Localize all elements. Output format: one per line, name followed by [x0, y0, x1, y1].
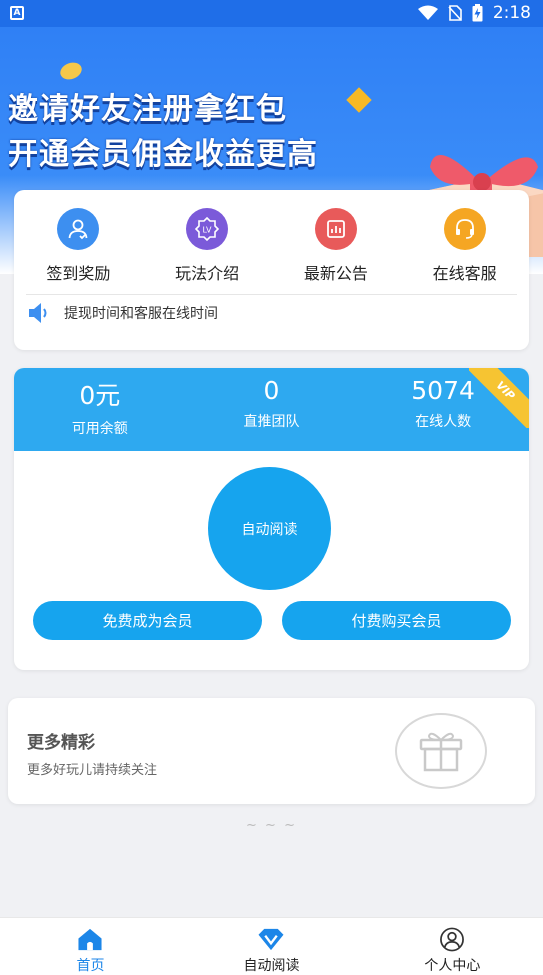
- menu-checkin-reward[interactable]: 签到奖励: [14, 208, 143, 284]
- status-icons: 2:18: [417, 3, 531, 23]
- gift-icon-frame: [395, 713, 487, 789]
- svg-text:LV: LV: [203, 226, 213, 235]
- announcement-icon: [314, 208, 357, 250]
- tab-profile[interactable]: 个人中心: [362, 918, 543, 975]
- stat-label: 可用余额: [71, 421, 128, 437]
- bottom-tab-bar: 首页 自动阅读 个人中心: [0, 917, 543, 975]
- tab-home[interactable]: 首页: [0, 918, 181, 975]
- app-notification-icon: A: [10, 6, 24, 20]
- banner-subheadline: 开通会员佣金收益更高: [8, 137, 318, 172]
- more-title: 更多精彩: [27, 733, 95, 753]
- vip-ribbon: VIP: [469, 368, 529, 428]
- tab-auto-read[interactable]: 自动阅读: [181, 918, 362, 975]
- status-bar: A 2:18: [0, 0, 543, 27]
- tab-label: 个人中心: [424, 958, 481, 974]
- gift-icon: [419, 732, 463, 772]
- quick-menu: 签到奖励 LV 玩法介绍 最新公告 在线客服: [14, 208, 529, 284]
- tab-label: 自动阅读: [243, 958, 300, 974]
- headset-icon: [443, 208, 486, 250]
- coin-decoration: [57, 59, 85, 83]
- menu-label: 签到奖励: [46, 264, 111, 283]
- stat-direct-team[interactable]: 0 直推团队: [186, 368, 358, 451]
- stat-label: 在线人数: [415, 414, 472, 430]
- tab-label: 首页: [76, 958, 105, 974]
- clock: 2:18: [492, 3, 531, 23]
- lv-badge-icon: LV: [186, 208, 229, 250]
- wifi-icon: [417, 5, 438, 20]
- menu-announcements[interactable]: 最新公告: [272, 208, 401, 284]
- home-icon: [78, 928, 103, 951]
- stat-value: 0元: [79, 381, 121, 410]
- stat-value: 0: [263, 376, 280, 405]
- stat-value: 5074: [411, 376, 475, 405]
- account-card: 0元 可用余额 0 直推团队 5074 在线人数 VIP 自动阅读 免费成为会员…: [14, 368, 529, 670]
- stat-balance[interactable]: 0元 可用余额: [14, 368, 186, 451]
- speaker-icon: [29, 303, 47, 323]
- more-features-card[interactable]: 更多精彩 更多好玩儿请持续关注: [8, 698, 535, 804]
- menu-label: 最新公告: [303, 264, 368, 283]
- menu-label: 在线客服: [432, 264, 497, 283]
- stats-bar: 0元 可用余额 0 直推团队 5074 在线人数: [14, 368, 529, 451]
- no-sim-icon: [448, 5, 462, 21]
- user-checkin-icon: [57, 208, 100, 250]
- more-subtitle: 更多好玩儿请持续关注: [27, 763, 158, 778]
- battery-charging-icon: [472, 4, 483, 22]
- menu-label: 玩法介绍: [175, 264, 240, 283]
- profile-icon: [440, 927, 465, 952]
- free-membership-button[interactable]: 免费成为会员: [33, 601, 262, 640]
- menu-how-to-play[interactable]: LV 玩法介绍: [143, 208, 272, 284]
- list-end-indicator: ~ ~ ~: [246, 818, 297, 833]
- notice-text: 提现时间和客服在线时间: [64, 306, 218, 322]
- buy-membership-button[interactable]: 付费购买会员: [282, 601, 511, 640]
- quick-menu-card: 签到奖励 LV 玩法介绍 最新公告 在线客服 提现时间和客服在线时间: [14, 190, 529, 350]
- diamond-decoration: [346, 87, 372, 113]
- banner-headline: 邀请好友注册拿红包: [8, 92, 287, 127]
- auto-read-button[interactable]: 自动阅读: [208, 467, 331, 590]
- vip-corner-badge: VIP: [469, 368, 529, 428]
- divider: [26, 294, 517, 295]
- notice-bar[interactable]: 提现时间和客服在线时间: [26, 300, 516, 326]
- stat-label: 直推团队: [243, 414, 300, 430]
- menu-customer-service[interactable]: 在线客服: [400, 208, 529, 284]
- vip-diamond-icon: [258, 928, 284, 951]
